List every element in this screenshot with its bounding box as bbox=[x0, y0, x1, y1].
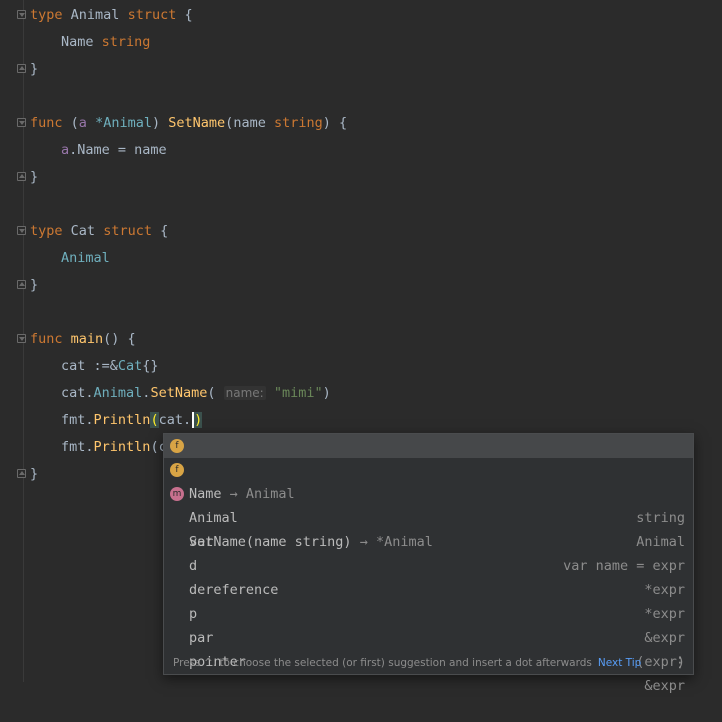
string-literal: "mimi" bbox=[273, 385, 323, 401]
more-options-icon[interactable]: ⋮ bbox=[673, 652, 687, 674]
code-line[interactable]: type Cat struct { bbox=[30, 221, 168, 241]
receiver-name: a bbox=[61, 142, 70, 158]
brace: } bbox=[30, 61, 39, 77]
parameter-hint: name: bbox=[223, 386, 266, 400]
fold-toggle-icon[interactable] bbox=[17, 469, 26, 478]
code-line[interactable]: func (a *Animal) SetName(name string) { bbox=[30, 113, 347, 133]
fold-toggle-icon[interactable] bbox=[17, 334, 26, 343]
code-line[interactable]: } bbox=[30, 464, 38, 484]
fold-toggle-icon[interactable] bbox=[17, 172, 26, 181]
keyword: type bbox=[30, 223, 63, 239]
keyword: struct bbox=[103, 223, 152, 239]
completion-footer: Press ^. to choose the selected (or firs… bbox=[164, 652, 693, 674]
next-tip-link[interactable]: Next Tip bbox=[598, 657, 641, 669]
receiver-name: a bbox=[78, 115, 87, 131]
fold-toggle-icon[interactable] bbox=[17, 280, 26, 289]
type-keyword: string bbox=[101, 34, 151, 50]
function-call: Println bbox=[93, 412, 151, 428]
brace: { bbox=[339, 115, 348, 131]
keyword: struct bbox=[127, 7, 177, 23]
keyword: type bbox=[30, 7, 63, 23]
type-name: Animal bbox=[70, 7, 120, 23]
package-name: fmt bbox=[61, 439, 86, 455]
fold-toggle-icon[interactable] bbox=[17, 226, 26, 235]
brace: } bbox=[30, 466, 39, 482]
completion-item[interactable]: p &expr bbox=[164, 578, 693, 646]
type-name: Cat bbox=[117, 358, 143, 374]
code-line[interactable]: cat :=&Cat{} bbox=[61, 356, 159, 376]
completion-item[interactable]: par (expr) bbox=[164, 602, 693, 670]
code-line[interactable]: } bbox=[30, 167, 38, 187]
completion-item[interactable]: f Name → Animal string bbox=[164, 434, 693, 526]
method-name: SetName bbox=[168, 115, 226, 131]
paren: ) bbox=[194, 412, 203, 428]
brace: { bbox=[184, 7, 193, 23]
variable: cat. bbox=[61, 385, 94, 401]
keyword: func bbox=[30, 331, 63, 347]
field-access: .Name bbox=[69, 142, 110, 158]
keyword: func bbox=[30, 115, 63, 131]
code-line[interactable]: func main() { bbox=[30, 329, 136, 349]
paren: ( bbox=[150, 439, 159, 455]
field-name: Name bbox=[61, 34, 94, 50]
paren: ( bbox=[150, 412, 159, 428]
paren: ) bbox=[322, 385, 331, 401]
paren: ) bbox=[151, 115, 161, 131]
completion-template: &expr bbox=[644, 678, 685, 694]
fold-toggle-icon[interactable] bbox=[17, 118, 26, 127]
paren: ) bbox=[322, 115, 331, 131]
footer-hint-text: Press ^. to choose the selected (or firs… bbox=[173, 657, 592, 669]
fold-toggle-icon[interactable] bbox=[17, 10, 26, 19]
field-icon: f bbox=[170, 463, 184, 477]
completion-item[interactable]: d *expr bbox=[164, 530, 693, 598]
code-line[interactable]: type Animal struct { bbox=[30, 5, 193, 25]
type-keyword: string bbox=[273, 115, 323, 131]
field-access: Animal bbox=[93, 385, 143, 401]
brace: } bbox=[30, 169, 39, 185]
signature-rest: () { bbox=[103, 331, 136, 347]
code-line[interactable]: } bbox=[30, 275, 38, 295]
field-icon: f bbox=[170, 439, 184, 453]
function-call: Println bbox=[93, 439, 151, 455]
method-icon: m bbox=[170, 487, 184, 501]
code-line[interactable]: Name string bbox=[61, 32, 150, 52]
completion-item[interactable]: var var name = expr bbox=[164, 506, 693, 574]
paren: ( bbox=[207, 385, 216, 401]
receiver-type: *Animal bbox=[95, 115, 152, 131]
completion-item[interactable]: dereference *expr bbox=[164, 554, 693, 622]
code-line[interactable]: Animal bbox=[61, 248, 110, 268]
param-name: name bbox=[233, 115, 266, 131]
assignment: cat :=& bbox=[61, 358, 118, 374]
brace: } bbox=[30, 277, 39, 293]
brace: { bbox=[160, 223, 169, 239]
dot: . bbox=[85, 439, 94, 455]
literal: {} bbox=[142, 358, 159, 374]
completion-item[interactable]: pointer &expr bbox=[164, 626, 693, 694]
embedded-type: Animal bbox=[61, 250, 110, 266]
code-line[interactable]: fmt.Println(c bbox=[61, 437, 167, 457]
completion-item[interactable]: f Animal Animal bbox=[164, 458, 693, 550]
completion-item[interactable]: m SetName(name string) → *Animal bbox=[164, 482, 693, 550]
code-line[interactable]: } bbox=[30, 59, 38, 79]
code-line[interactable]: cat.Animal.SetName( name: "mimi") bbox=[61, 383, 331, 403]
fold-toggle-icon[interactable] bbox=[17, 64, 26, 73]
method-call: SetName bbox=[150, 385, 208, 401]
code-line[interactable]: a.Name = name bbox=[61, 140, 167, 160]
code-line-current[interactable]: fmt.Println(cat.) bbox=[61, 410, 203, 430]
package-name: fmt bbox=[61, 412, 86, 428]
assignment: = name bbox=[109, 142, 167, 158]
type-name: Cat bbox=[70, 223, 96, 239]
function-name: main bbox=[70, 331, 104, 347]
paren: ( bbox=[70, 115, 79, 131]
argument: cat. bbox=[158, 412, 192, 428]
dot: . bbox=[85, 412, 94, 428]
completion-popup[interactable]: f Name → Animal string f Animal Animal m… bbox=[163, 433, 694, 694]
